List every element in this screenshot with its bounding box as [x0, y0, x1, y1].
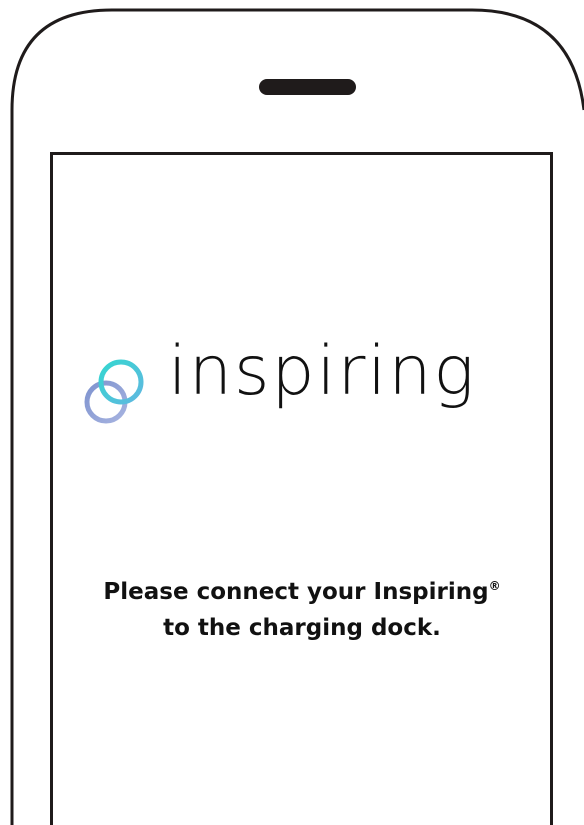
instruction-line-1: Please connect your Inspiring — [103, 579, 489, 605]
phone-illustration: inspiring Please connect your Inspiring®… — [0, 0, 584, 825]
phone-screen — [50, 152, 553, 825]
registered-mark: ® — [488, 579, 501, 593]
connect-instruction: Please connect your Inspiring® to the ch… — [60, 568, 544, 646]
brand-wordmark: inspiring — [168, 332, 477, 411]
instruction-line-2: to the charging dock. — [163, 615, 441, 641]
speaker-slot — [259, 79, 356, 95]
